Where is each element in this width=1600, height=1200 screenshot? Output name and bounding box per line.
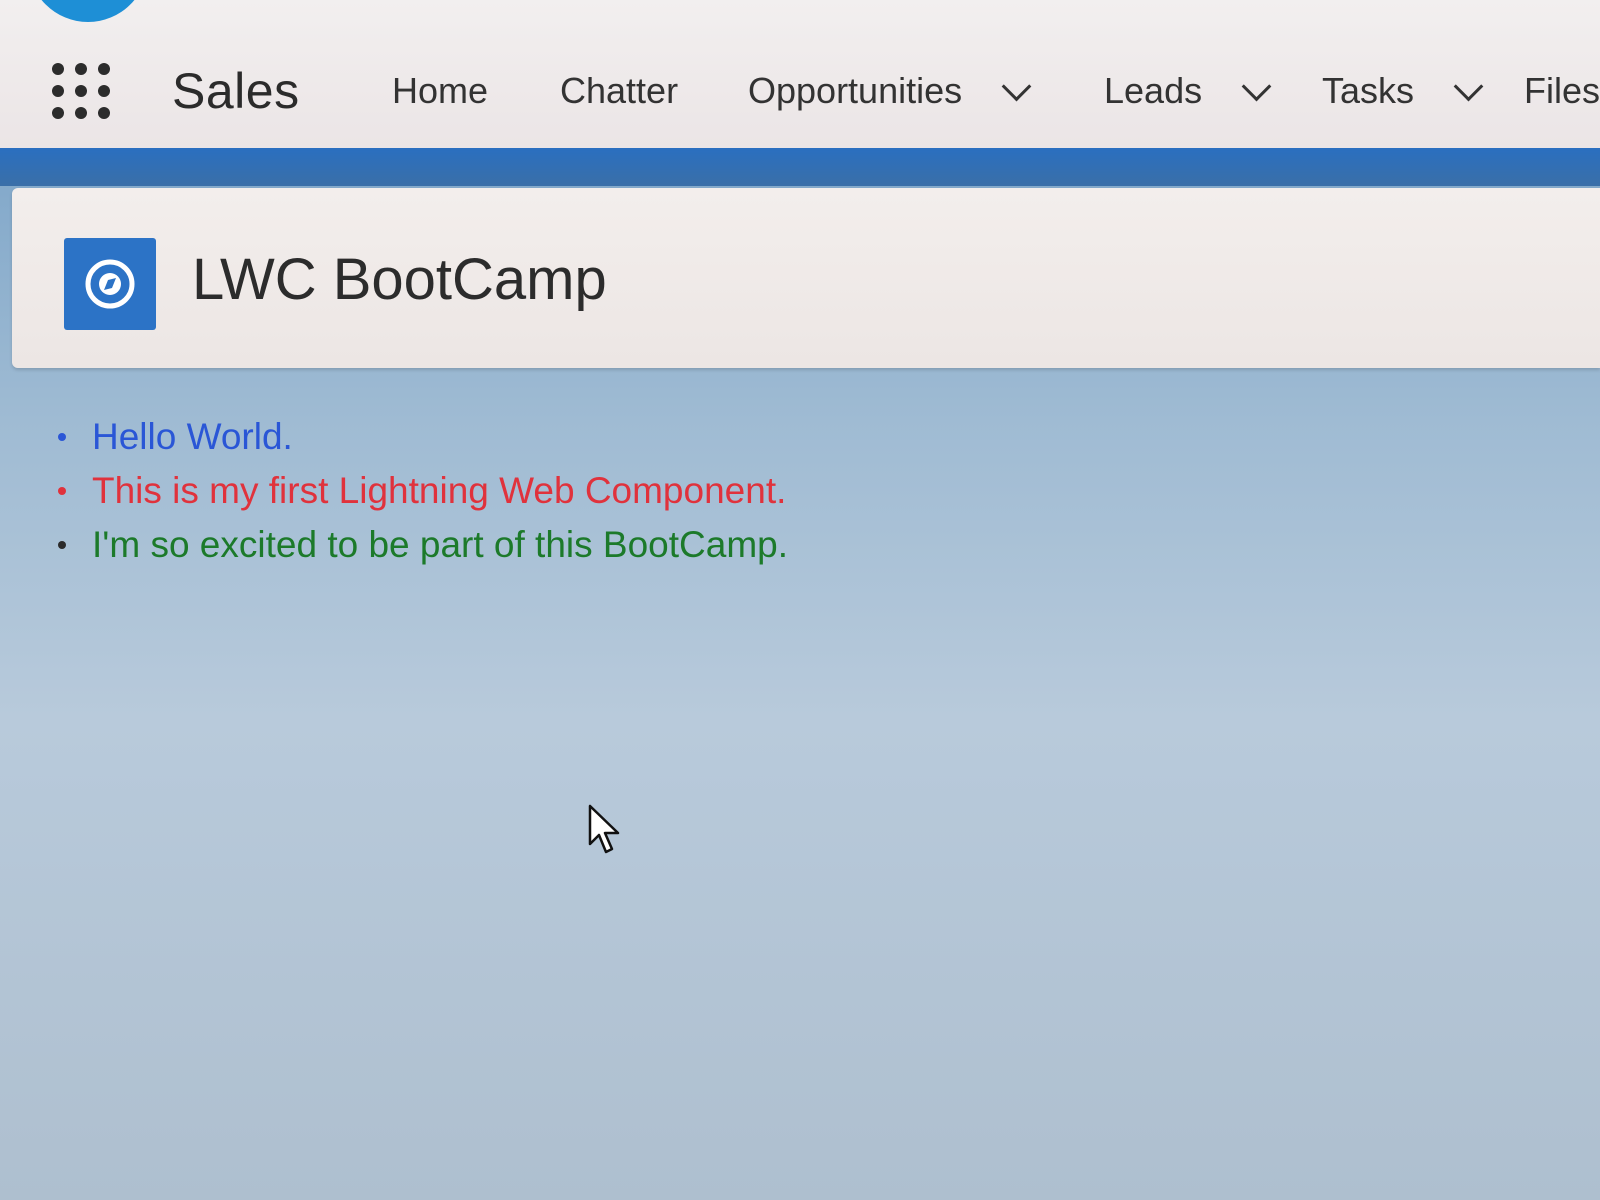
nav-item-opportunities[interactable]: Opportunities — [748, 70, 1032, 112]
mouse-pointer-icon — [588, 804, 624, 861]
chevron-down-icon[interactable] — [1001, 71, 1032, 101]
nav-item-label: Home — [392, 70, 489, 111]
nav-item-home[interactable]: Home — [392, 70, 488, 112]
app-name: Sales — [172, 63, 300, 119]
bullet — [58, 487, 66, 495]
brand-band — [0, 148, 1600, 186]
nav-item-label: Files — [1524, 70, 1600, 111]
list-item: Hello World. — [58, 410, 788, 464]
bullet — [58, 433, 66, 441]
nav-item-label: Tasks — [1322, 70, 1415, 111]
nav-item-label: Opportunities — [748, 70, 963, 111]
app-launcher-icon[interactable] — [46, 58, 116, 124]
nav-item-leads[interactable]: Leads — [1104, 70, 1272, 112]
chevron-down-icon[interactable] — [1241, 71, 1272, 101]
page-header: LWC BootCamp — [12, 188, 1600, 368]
message-text: Hello World. — [92, 416, 293, 457]
message-text: I'm so excited to be part of this BootCa… — [92, 524, 789, 565]
nav-item-tasks[interactable]: Tasks — [1322, 70, 1484, 112]
nav-item-label: Chatter — [560, 70, 679, 111]
list-item: This is my first Lightning Web Component… — [58, 464, 788, 518]
salesforce-logo[interactable] — [28, 0, 148, 22]
list-item: I'm so excited to be part of this BootCa… — [58, 518, 788, 572]
global-navigation-bar: Sales Home Chatter Opportunities Leads T… — [0, 0, 1600, 149]
nav-item-chatter[interactable]: Chatter — [560, 70, 678, 112]
bullet — [58, 541, 66, 549]
nav-item-label: Leads — [1104, 70, 1203, 111]
nav-item-files[interactable]: Files — [1524, 70, 1600, 112]
message-list: Hello World. This is my first Lightning … — [58, 410, 788, 572]
message-text: This is my first Lightning Web Component… — [92, 470, 787, 511]
chevron-down-icon[interactable] — [1453, 71, 1484, 101]
page-title: LWC BootCamp — [192, 247, 607, 312]
compass-icon — [64, 238, 156, 330]
